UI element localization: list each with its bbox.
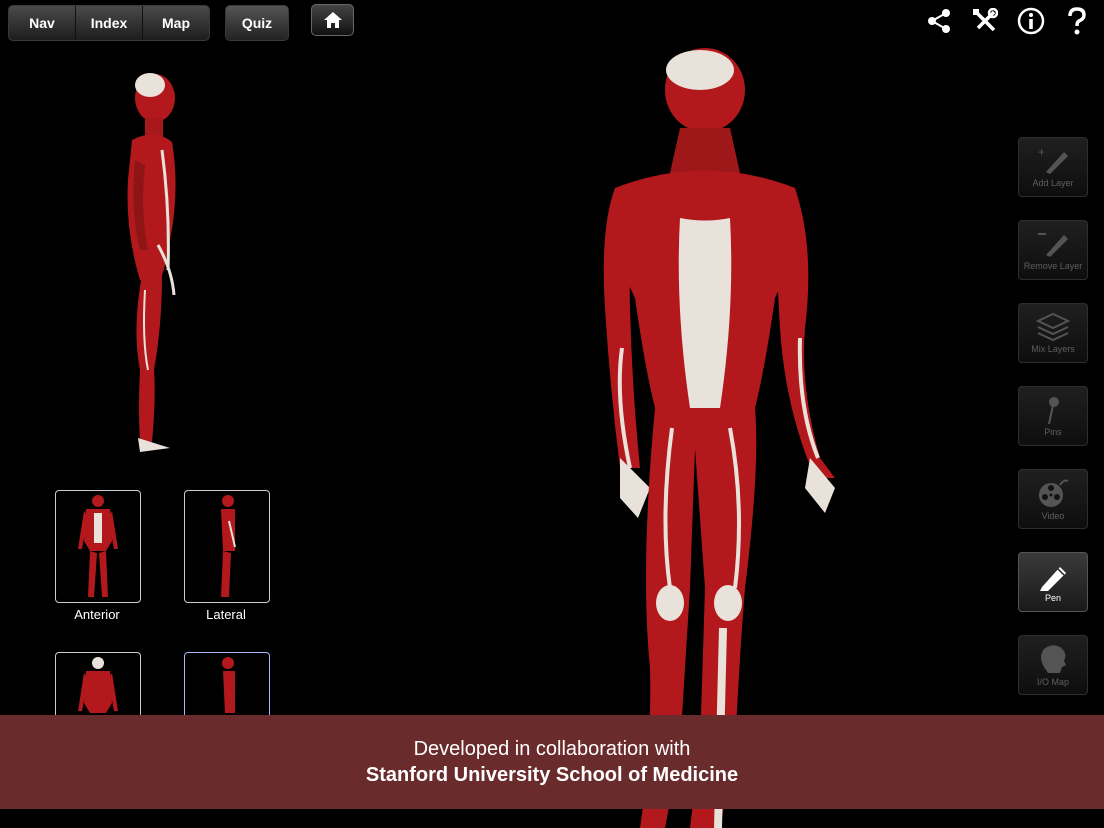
view-thumbnail-lateral[interactable] (184, 490, 270, 603)
share-button[interactable] (924, 6, 954, 36)
video-reel-icon (1039, 479, 1069, 507)
add-layer-label: Add Layer (1032, 178, 1074, 188)
home-icon (323, 12, 342, 28)
pen-label: Pen (1044, 593, 1061, 603)
share-icon (928, 9, 950, 33)
banner-line-2: Stanford University School of Medicine (365, 763, 739, 786)
mix-layers-button[interactable]: Mix Layers (1018, 303, 1088, 363)
pins-button[interactable]: Pins (1018, 386, 1088, 446)
banner-line-1: Developed in collaboration with (413, 737, 691, 760)
add-layer-button[interactable]: + Add Layer (1018, 137, 1088, 197)
tab-map[interactable]: Map (143, 6, 209, 40)
thumbnail-label-lateral: Lateral (206, 607, 246, 622)
help-button[interactable] (1062, 6, 1092, 36)
video-button[interactable]: Video (1018, 469, 1088, 529)
remove-layer-icon (1038, 233, 1068, 257)
remove-layer-button[interactable]: Remove Layer (1018, 220, 1088, 280)
nav-segmented-control: Nav Index Map (8, 5, 210, 41)
video-label: Video (1041, 511, 1065, 521)
remove-layer-label: Remove Layer (1023, 261, 1083, 271)
tab-index[interactable]: Index (76, 6, 143, 40)
anterior-figure-icon (78, 495, 118, 597)
svg-text:+: + (1038, 146, 1045, 159)
tools-button[interactable] (970, 6, 1000, 36)
io-map-button[interactable]: I/O Map (1018, 635, 1088, 695)
pins-label: Pins (1044, 427, 1062, 437)
view-thumbnail-anterior[interactable] (55, 490, 141, 603)
collaboration-banner: Developed in collaboration with Stanford… (0, 715, 1104, 809)
home-button[interactable] (311, 4, 354, 36)
pen-icon (1040, 567, 1066, 591)
layers-icon (1036, 312, 1070, 342)
lateral-figure-icon (221, 495, 236, 597)
io-map-label: I/O Map (1036, 677, 1069, 687)
pin-icon (1048, 397, 1059, 425)
main-anatomy-model[interactable] (560, 48, 850, 828)
thumbnail-label-anterior: Anterior (74, 607, 120, 622)
info-button[interactable] (1016, 6, 1046, 36)
lateral-body-view[interactable] (110, 70, 200, 455)
top-right-toolbar (924, 6, 1092, 36)
add-layer-icon: + (1038, 146, 1068, 174)
help-icon (1068, 7, 1086, 35)
settings-tools-icon (973, 8, 998, 32)
quiz-button[interactable]: Quiz (225, 5, 289, 41)
tab-nav[interactable]: Nav (9, 6, 76, 40)
pen-button[interactable]: Pen (1018, 552, 1088, 612)
info-icon (1017, 7, 1045, 35)
head-map-icon (1041, 645, 1066, 673)
mix-layers-label: Mix Layers (1031, 344, 1075, 354)
